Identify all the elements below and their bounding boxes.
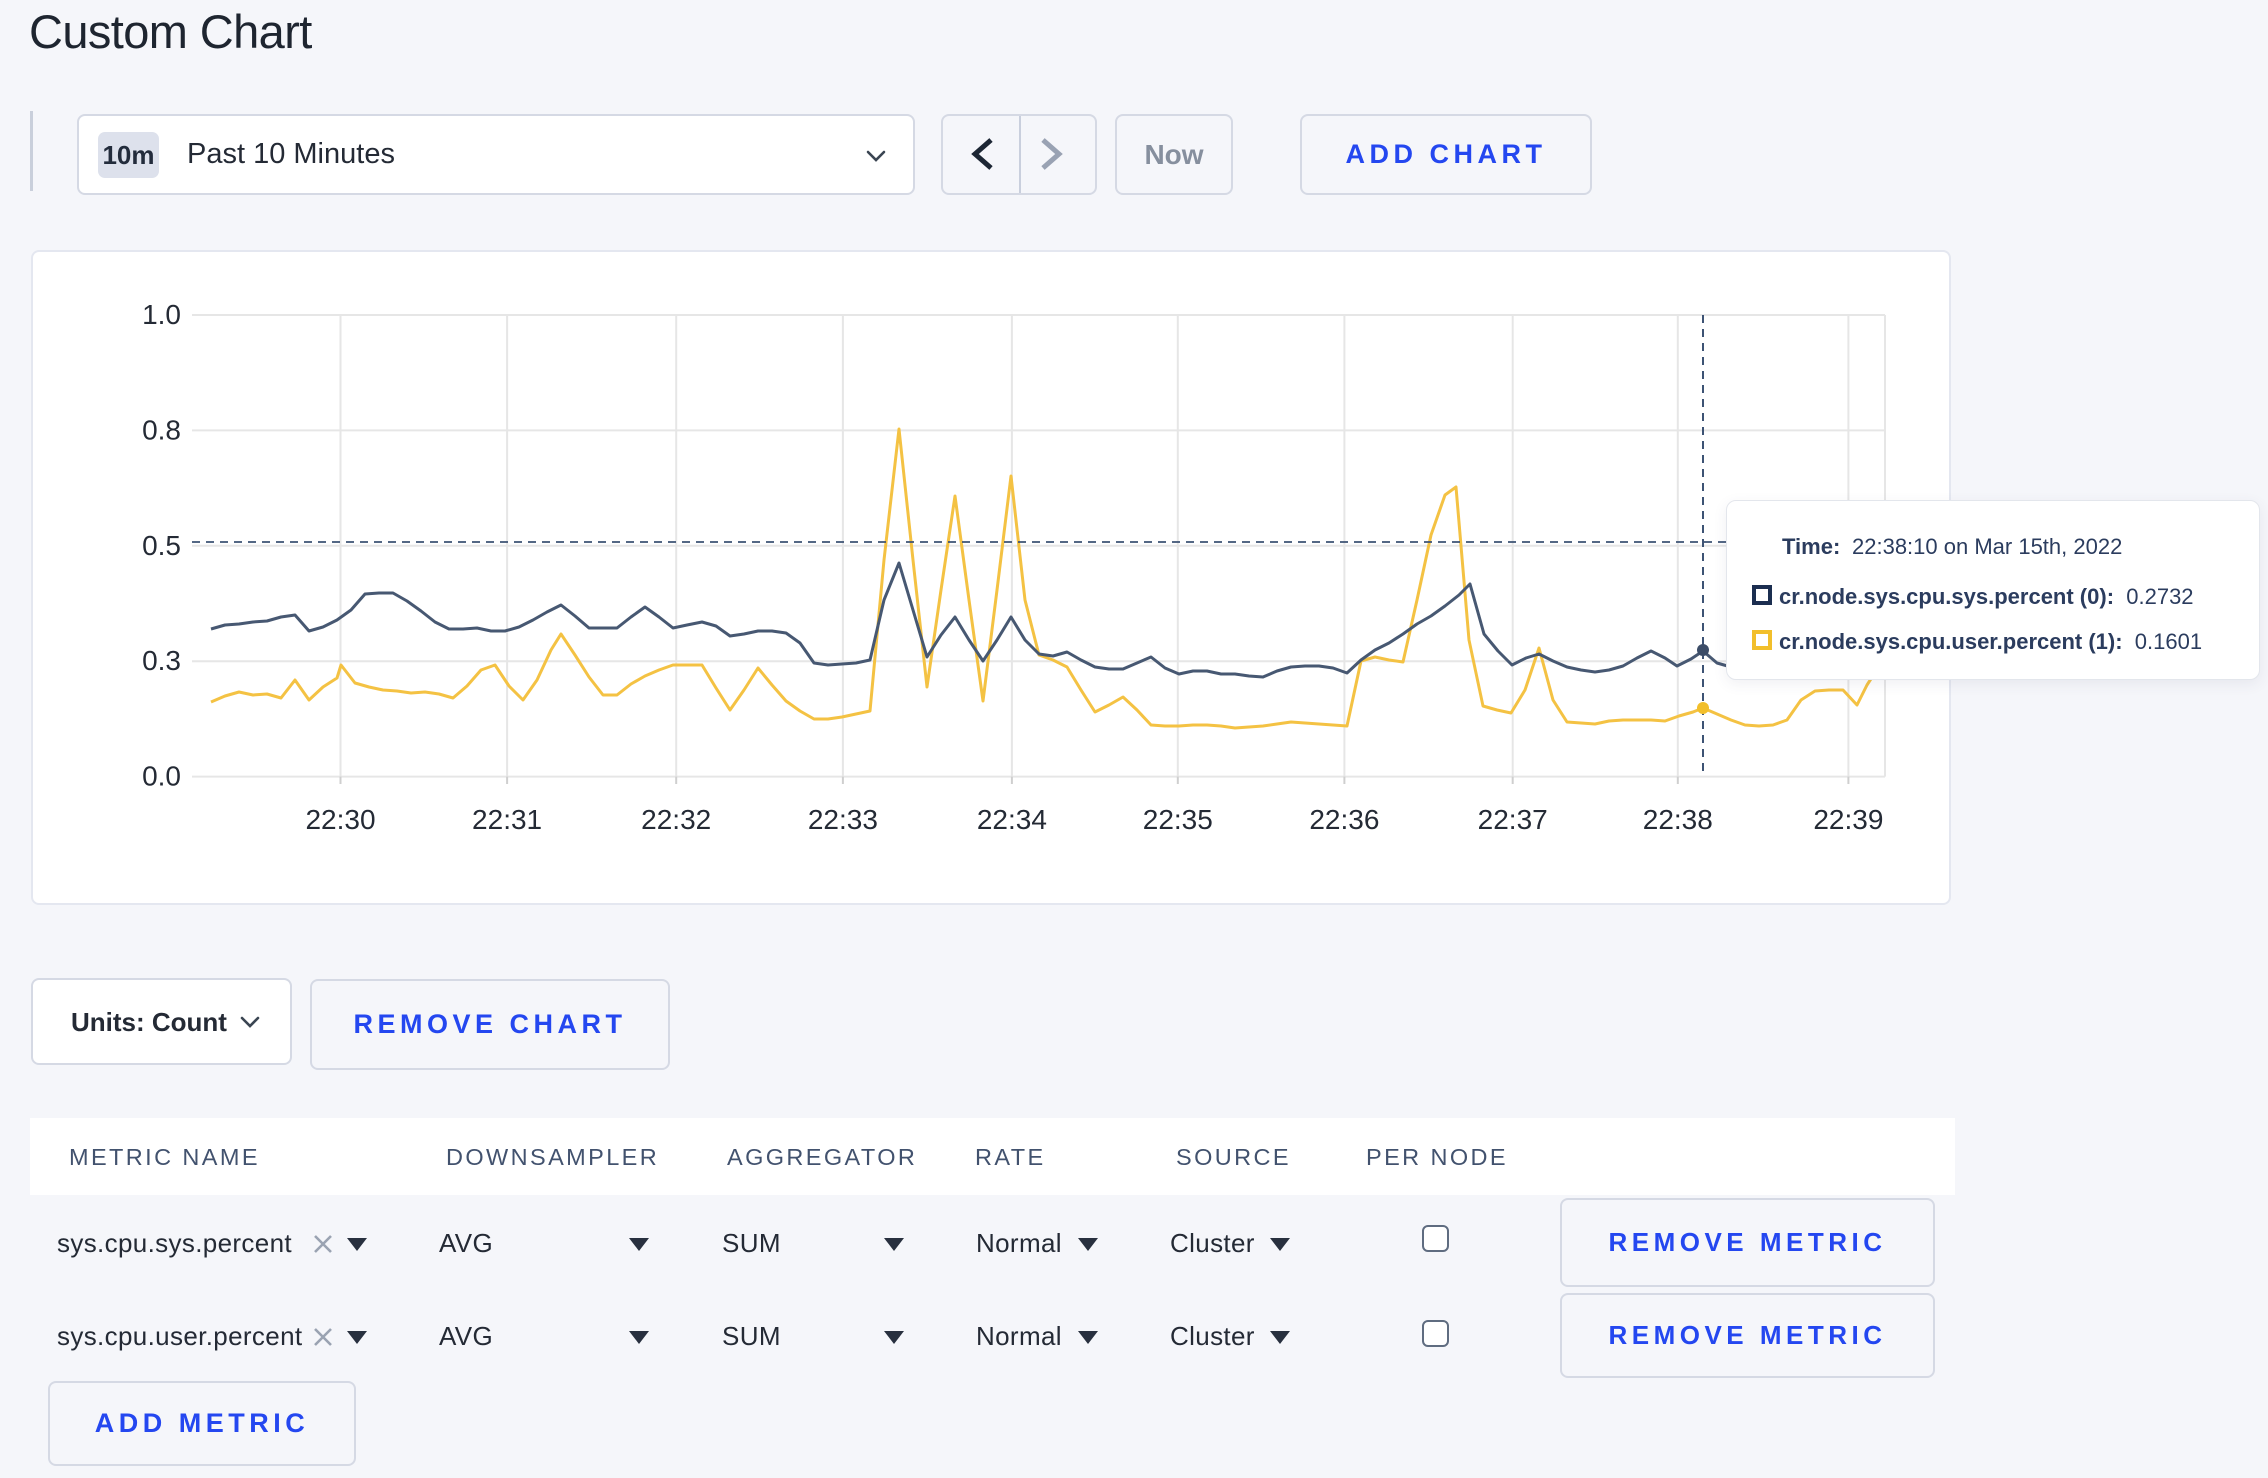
svg-text:22:30: 22:30 <box>305 804 375 835</box>
svg-text:0.8: 0.8 <box>142 414 181 445</box>
svg-text:22:33: 22:33 <box>808 804 878 835</box>
svg-text:22:34: 22:34 <box>977 804 1047 835</box>
svg-text:22:31: 22:31 <box>472 804 542 835</box>
svg-text:22:35: 22:35 <box>1143 804 1213 835</box>
svg-text:1.0: 1.0 <box>142 299 181 330</box>
svg-text:0.3: 0.3 <box>142 645 181 676</box>
svg-text:22:37: 22:37 <box>1478 804 1548 835</box>
svg-text:0.0: 0.0 <box>142 761 181 792</box>
svg-text:22:36: 22:36 <box>1309 804 1379 835</box>
svg-text:0.5: 0.5 <box>142 530 181 561</box>
svg-text:22:39: 22:39 <box>1813 804 1883 835</box>
svg-text:22:38: 22:38 <box>1643 804 1713 835</box>
svg-text:22:32: 22:32 <box>641 804 711 835</box>
